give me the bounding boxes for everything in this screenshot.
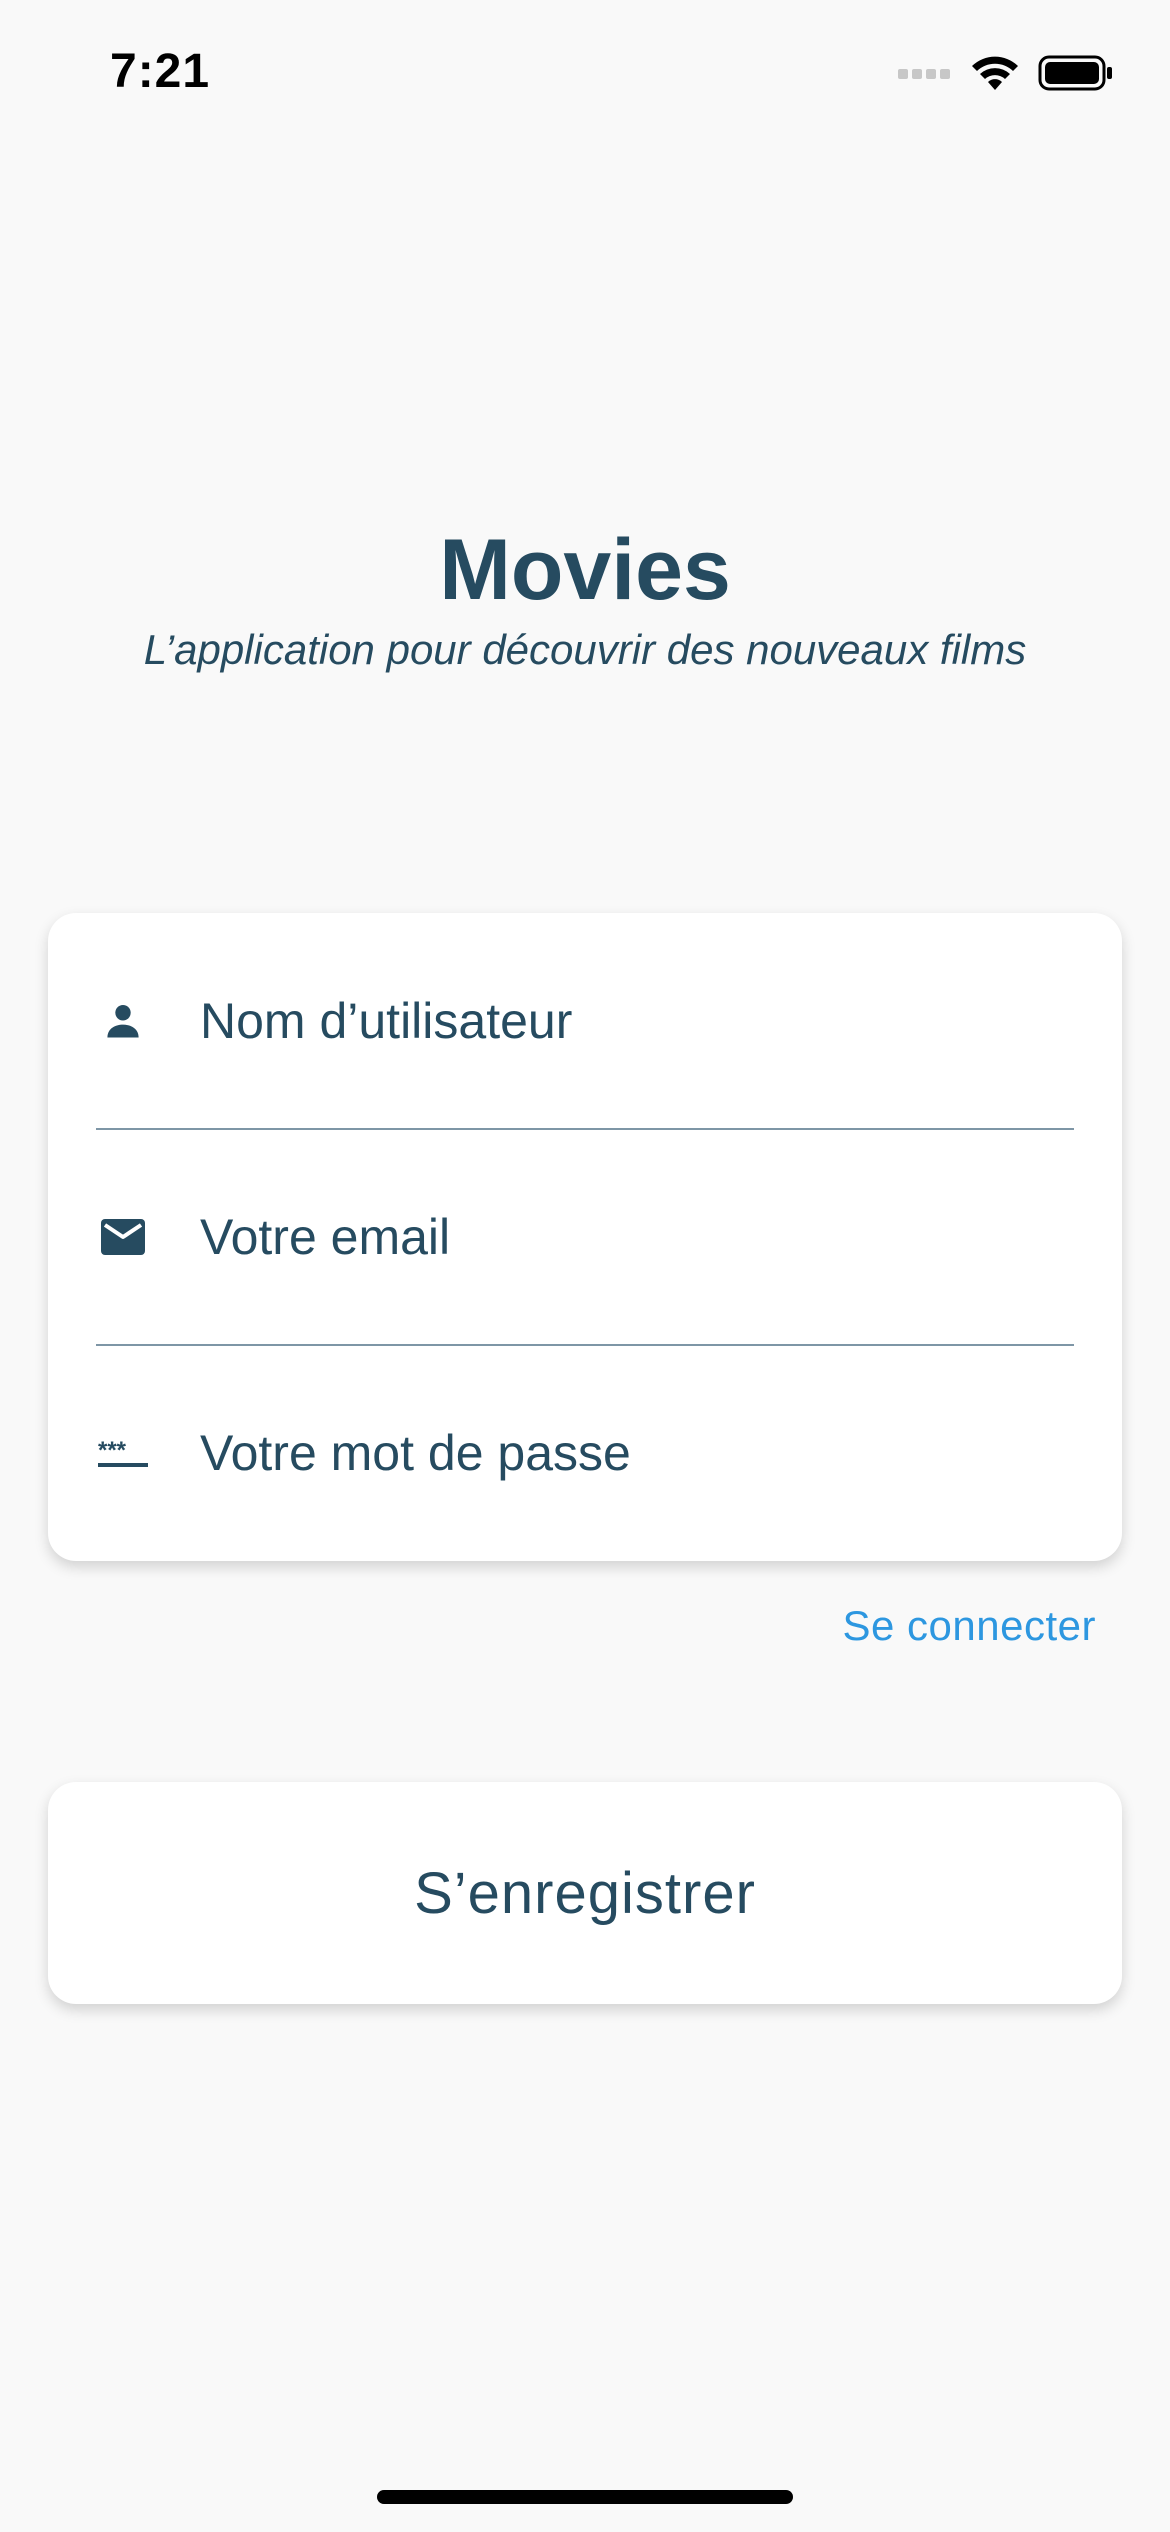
page-title: Movies: [439, 522, 731, 618]
username-input[interactable]: [200, 981, 1074, 1061]
cellular-signal-icon: [898, 65, 952, 86]
login-link[interactable]: Se connecter: [843, 1602, 1097, 1650]
email-field[interactable]: [96, 1129, 1074, 1345]
page-subtitle: L’application pour découvrir des nouveau…: [143, 626, 1027, 673]
status-icons: [898, 52, 1114, 98]
mail-icon: [96, 1210, 150, 1264]
wifi-icon: [970, 54, 1020, 97]
person-icon: [96, 994, 150, 1048]
registration-form-card: ***: [48, 913, 1122, 1561]
register-button[interactable]: S’enregistrer: [48, 1782, 1122, 2004]
password-icon: ***: [96, 1426, 150, 1480]
status-bar: 7:21: [0, 0, 1170, 150]
title-block: Movies L’application pour découvrir des …: [0, 520, 1170, 680]
status-time: 7:21: [110, 45, 211, 98]
svg-text:***: ***: [98, 1437, 127, 1464]
username-field[interactable]: [96, 913, 1074, 1129]
battery-icon: [1038, 54, 1114, 97]
home-indicator: [377, 2490, 793, 2504]
email-input[interactable]: [200, 1197, 1074, 1277]
password-input[interactable]: [200, 1413, 1074, 1493]
password-field[interactable]: ***: [96, 1345, 1074, 1561]
